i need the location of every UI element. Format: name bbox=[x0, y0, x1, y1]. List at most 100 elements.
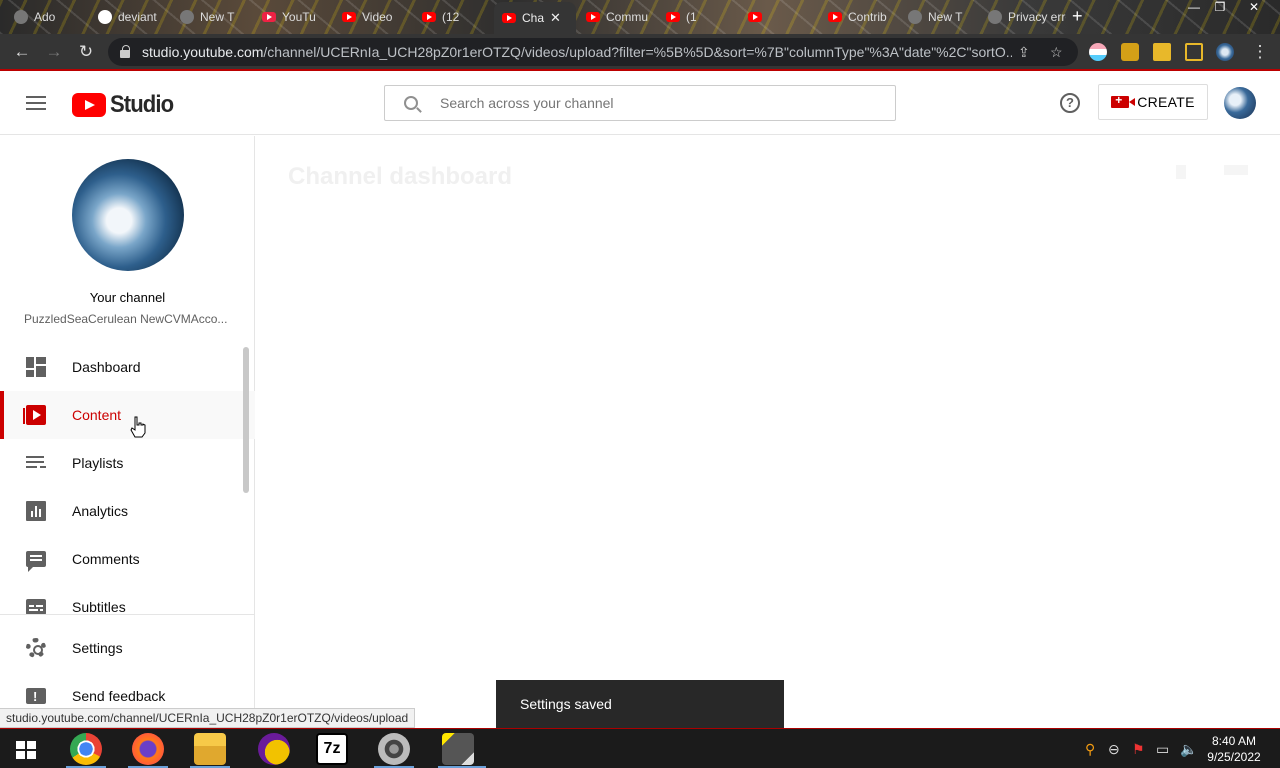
create-video-icon bbox=[1111, 93, 1136, 108]
url-text[interactable]: studio.youtube.com/channel/UCERnIa_UCH28… bbox=[142, 44, 1012, 60]
search-tray-icon[interactable]: ⚲ bbox=[1085, 741, 1095, 758]
toast-notification: Settings saved bbox=[496, 680, 784, 728]
channel-avatar[interactable] bbox=[72, 159, 184, 271]
toast-message: Settings saved bbox=[520, 696, 612, 712]
analytics-icon bbox=[26, 501, 46, 521]
yahoo-messenger-icon[interactable] bbox=[258, 733, 290, 765]
7zip-icon[interactable]: 7z bbox=[316, 733, 348, 765]
search-box[interactable] bbox=[384, 85, 896, 121]
menu-icon[interactable] bbox=[26, 96, 46, 110]
github-icon bbox=[180, 10, 194, 24]
browser-menu-icon[interactable]: ⋮ bbox=[1250, 42, 1270, 62]
generic-tab-icon bbox=[14, 10, 28, 24]
lock-icon[interactable] bbox=[120, 45, 130, 58]
sidebar-item-analytics[interactable]: Analytics bbox=[0, 487, 255, 535]
chrome-icon[interactable] bbox=[70, 733, 102, 765]
sidebar: Your channel PuzzledSeaCerulean NewCVMAc… bbox=[0, 136, 255, 728]
youtube-icon bbox=[502, 13, 516, 23]
sidebar-item-dashboard[interactable]: Dashboard bbox=[0, 343, 255, 391]
youtube-icon bbox=[342, 12, 356, 22]
youtube-icon bbox=[828, 12, 842, 22]
settings-icon bbox=[26, 638, 46, 658]
browser-tab[interactable]: Video bbox=[334, 4, 414, 30]
windows-taskbar: 7z ⚲ ⊖ ⚑ ▭ 🔈 8:40 AM 9/25/2022 bbox=[0, 728, 1280, 768]
google-icon bbox=[98, 10, 112, 24]
upload-icon bbox=[1176, 165, 1186, 179]
close-tab-icon[interactable]: ✕ bbox=[550, 10, 561, 26]
video-app-icon[interactable] bbox=[378, 733, 410, 765]
youtube-icon bbox=[422, 12, 436, 22]
extension-icon[interactable] bbox=[1089, 43, 1107, 61]
studio-header: Studio ? CREATE bbox=[0, 71, 1280, 135]
youtube-icon bbox=[666, 12, 680, 22]
create-button[interactable]: CREATE bbox=[1098, 84, 1208, 120]
reload-icon[interactable]: ↻ bbox=[76, 42, 96, 62]
profile-avatar-icon[interactable] bbox=[1216, 43, 1234, 61]
browser-tab[interactable]: Ado bbox=[6, 4, 86, 30]
browser-tab[interactable]: New T bbox=[172, 4, 252, 30]
browser-tab[interactable]: YouTu bbox=[254, 4, 334, 30]
system-clock[interactable]: 8:40 AM 9/25/2022 bbox=[1196, 733, 1272, 765]
hand-cursor-icon bbox=[130, 416, 146, 438]
firefox-icon[interactable] bbox=[132, 733, 164, 765]
windows-start-icon[interactable] bbox=[16, 741, 36, 759]
browser-tab[interactable]: (1 bbox=[658, 4, 738, 30]
sidebar-divider bbox=[0, 614, 255, 615]
side-panel-icon[interactable] bbox=[1185, 43, 1203, 61]
reading-list-icon[interactable] bbox=[1153, 43, 1171, 61]
feedback-icon bbox=[26, 688, 46, 704]
network-tray-icon[interactable]: ▭ bbox=[1156, 741, 1169, 758]
status-url-tooltip: studio.youtube.com/channel/UCERnIa_UCH28… bbox=[0, 708, 416, 728]
sidebar-item-content[interactable]: Content bbox=[0, 391, 255, 439]
browser-tab-strip: Ado deviant New T YouTu Video (12 Cha ✕ … bbox=[0, 0, 1280, 34]
image-app-icon[interactable] bbox=[442, 733, 474, 765]
youtube-studio-logo[interactable]: Studio bbox=[72, 91, 179, 119]
puzzle-extension-icon[interactable] bbox=[1121, 43, 1139, 61]
sidebar-item-comments[interactable]: Comments bbox=[0, 535, 255, 583]
search-icon bbox=[404, 96, 418, 110]
browser-tab[interactable]: Commu bbox=[578, 4, 658, 30]
sidebar-item-settings[interactable]: Settings bbox=[0, 624, 255, 672]
browser-tab[interactable]: Privacy error bbox=[980, 4, 1066, 30]
account-avatar[interactable] bbox=[1224, 87, 1256, 119]
address-bar[interactable]: studio.youtube.com/channel/UCERnIa_UCH28… bbox=[108, 38, 1078, 66]
back-arrow-icon[interactable]: ← bbox=[12, 42, 32, 62]
page-title: Channel dashboard bbox=[288, 163, 513, 190]
browser-tab[interactable]: deviant bbox=[90, 4, 170, 30]
sidebar-item-playlists[interactable]: Playlists bbox=[0, 439, 255, 487]
youtube-icon bbox=[586, 12, 600, 22]
youtube-icon bbox=[748, 12, 762, 22]
close-window-icon[interactable]: ✕ bbox=[1242, 0, 1266, 16]
volume-tray-icon[interactable]: 🔈 bbox=[1180, 741, 1197, 758]
search-input[interactable] bbox=[440, 95, 860, 111]
browser-tab[interactable]: New T bbox=[900, 4, 980, 30]
share-icon[interactable]: ⇪ bbox=[1018, 44, 1030, 61]
browser-tab-active[interactable]: Cha ✕ bbox=[494, 2, 576, 34]
playlists-icon bbox=[26, 453, 46, 473]
comments-icon bbox=[26, 551, 46, 572]
live-icon bbox=[1224, 165, 1248, 175]
browser-tab[interactable]: Contrib bbox=[820, 4, 900, 30]
content-icon bbox=[23, 405, 46, 425]
channel-title: Your channel bbox=[89, 290, 166, 305]
generic-tab-icon bbox=[988, 10, 1002, 24]
browser-toolbar: ← → ↻ studio.youtube.com/channel/UCERnIa… bbox=[0, 34, 1280, 70]
browser-tab[interactable] bbox=[740, 4, 820, 30]
new-tab-button[interactable]: + bbox=[1072, 6, 1083, 27]
flag-tray-icon[interactable]: ⚑ bbox=[1132, 741, 1145, 758]
forward-arrow-icon[interactable]: → bbox=[44, 42, 64, 62]
sidebar-scrollbar[interactable] bbox=[243, 347, 249, 493]
file-explorer-icon[interactable] bbox=[194, 733, 226, 765]
bookmark-star-icon[interactable]: ☆ bbox=[1050, 44, 1063, 61]
dashboard-icon bbox=[26, 357, 46, 377]
github-icon bbox=[908, 10, 922, 24]
restore-window-icon[interactable]: ❐ bbox=[1208, 0, 1232, 16]
browser-tab[interactable]: (12 bbox=[414, 4, 494, 30]
notification-tray-icon[interactable]: ⊖ bbox=[1108, 741, 1120, 758]
youtube-logo-icon bbox=[72, 93, 106, 117]
download-icon bbox=[262, 12, 276, 22]
channel-handle: PuzzledSeaCerulean NewCVMAcco... bbox=[24, 312, 228, 326]
subtitles-icon bbox=[26, 599, 46, 615]
help-icon[interactable]: ? bbox=[1060, 93, 1080, 113]
minimize-window-icon[interactable]: — bbox=[1182, 0, 1206, 16]
